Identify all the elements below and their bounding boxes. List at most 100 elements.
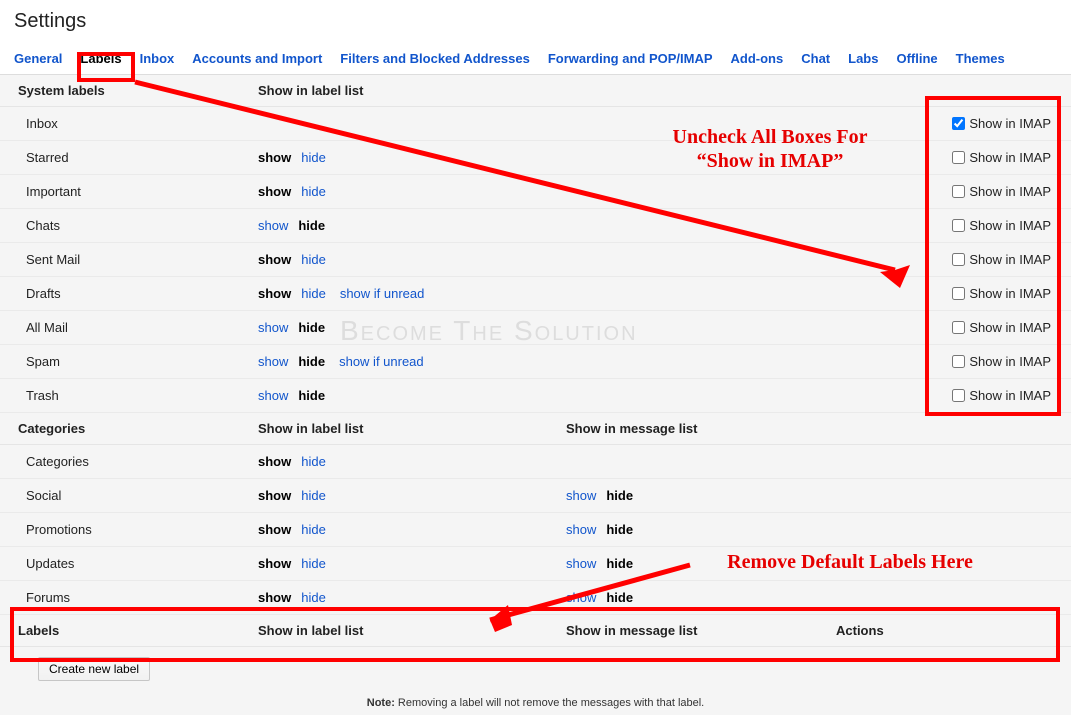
col-show-in-label-list: Show in label list bbox=[258, 421, 566, 436]
tab-inbox[interactable]: Inbox bbox=[140, 51, 175, 66]
show-in-imap-checkbox[interactable] bbox=[952, 321, 965, 334]
label-name: Important bbox=[14, 184, 258, 199]
labels-title: Labels bbox=[14, 623, 258, 638]
msg-show-toggle[interactable]: show bbox=[566, 590, 596, 605]
msg-show-toggle[interactable]: show bbox=[566, 488, 596, 503]
show-toggle[interactable]: show bbox=[258, 556, 291, 571]
categories-header: Categories Show in label list Show in me… bbox=[0, 413, 1071, 445]
show-in-imap-checkbox[interactable] bbox=[952, 219, 965, 232]
tab-add-ons[interactable]: Add-ons bbox=[731, 51, 784, 66]
show-in-imap-label: Show in IMAP bbox=[969, 184, 1051, 199]
tab-chat[interactable]: Chat bbox=[801, 51, 830, 66]
watermark: Become The Solution bbox=[340, 315, 638, 347]
note-bold: Note: bbox=[367, 697, 395, 709]
hide-toggle[interactable]: hide bbox=[298, 388, 325, 403]
show-in-imap-label: Show in IMAP bbox=[969, 218, 1051, 233]
tab-forwarding-and-pop-imap[interactable]: Forwarding and POP/IMAP bbox=[548, 51, 713, 66]
settings-tabs: General Labels Inbox Accounts and Import Fil… bbox=[0, 43, 1071, 75]
tab-labels[interactable]: Labels bbox=[80, 51, 121, 66]
tab-filters-and-blocked-addresses[interactable]: Filters and Blocked Addresses bbox=[340, 51, 530, 66]
show-in-imap-checkbox[interactable] bbox=[952, 117, 965, 130]
category-row: Promotions show hide show hide bbox=[0, 513, 1071, 547]
msg-show-toggle[interactable]: show bbox=[566, 522, 596, 537]
msg-hide-toggle[interactable]: hide bbox=[606, 488, 633, 503]
label-name: Chats bbox=[14, 218, 258, 233]
show-in-imap-label: Show in IMAP bbox=[969, 354, 1051, 369]
category-row: Updates showhide showhide bbox=[0, 547, 1071, 581]
msg-hide-toggle[interactable]: hide bbox=[606, 556, 633, 571]
labels-header: Labels Show in label list Show in messag… bbox=[0, 615, 1071, 647]
label-name: Sent Mail bbox=[14, 252, 258, 267]
system-row: Starred showhide Show in IMAP bbox=[0, 141, 1071, 175]
show-in-imap-checkbox[interactable] bbox=[952, 185, 965, 198]
show-in-imap-checkbox[interactable] bbox=[952, 151, 965, 164]
system-row: Trash show hide Show in IMAP bbox=[0, 379, 1071, 413]
system-labels-title: System labels bbox=[14, 83, 258, 98]
show-toggle[interactable]: show bbox=[258, 590, 291, 605]
hide-toggle[interactable]: hide bbox=[301, 252, 326, 267]
show-toggle[interactable]: show bbox=[258, 286, 291, 301]
show-in-imap-checkbox[interactable] bbox=[952, 287, 965, 300]
hide-toggle[interactable]: hide bbox=[301, 488, 326, 503]
hide-toggle[interactable]: hide bbox=[301, 556, 326, 571]
show-toggle[interactable]: show bbox=[258, 354, 288, 369]
system-row: Spam show hide show if unread Show in IMAP bbox=[0, 345, 1071, 379]
hide-toggle[interactable]: hide bbox=[301, 150, 326, 165]
tab-themes[interactable]: Themes bbox=[956, 51, 1005, 66]
show-toggle[interactable]: show bbox=[258, 150, 291, 165]
system-row: Drafts showhideshow if unread Show in IM… bbox=[0, 277, 1071, 311]
show-toggle[interactable]: show bbox=[258, 388, 288, 403]
hide-toggle[interactable]: hide bbox=[301, 590, 326, 605]
col-actions: Actions bbox=[836, 623, 996, 638]
label-name: Social bbox=[14, 488, 258, 503]
category-row: Forums show hide show hide bbox=[0, 581, 1071, 615]
show-toggle[interactable]: show bbox=[258, 252, 291, 267]
show-toggle[interactable]: show bbox=[258, 218, 288, 233]
tab-offline[interactable]: Offline bbox=[896, 51, 937, 66]
show-in-imap-label: Show in IMAP bbox=[969, 388, 1051, 403]
show-in-imap-checkbox[interactable] bbox=[952, 355, 965, 368]
show-in-imap-label: Show in IMAP bbox=[969, 116, 1051, 131]
create-new-label-button[interactable]: Create new label bbox=[38, 657, 150, 681]
hide-toggle[interactable]: hide bbox=[298, 320, 325, 335]
show-toggle[interactable]: show bbox=[258, 184, 291, 199]
tab-accounts-and-import[interactable]: Accounts and Import bbox=[192, 51, 322, 66]
hide-toggle[interactable]: hide bbox=[298, 218, 325, 233]
show-in-imap-label: Show in IMAP bbox=[969, 320, 1051, 335]
system-row: Chats show hide Show in IMAP bbox=[0, 209, 1071, 243]
show-in-imap-checkbox[interactable] bbox=[952, 253, 965, 266]
label-name: Trash bbox=[14, 388, 258, 403]
page-title: Settings bbox=[14, 10, 1071, 33]
msg-hide-toggle[interactable]: hide bbox=[606, 590, 633, 605]
hide-toggle[interactable]: hide bbox=[301, 454, 326, 469]
msg-show-toggle[interactable]: show bbox=[566, 556, 596, 571]
show-in-imap-label: Show in IMAP bbox=[969, 286, 1051, 301]
label-name: Inbox bbox=[14, 116, 258, 131]
col-show-in-message-list: Show in message list bbox=[566, 421, 836, 436]
msg-hide-toggle[interactable]: hide bbox=[606, 522, 633, 537]
system-row: Important show hide Show in IMAP bbox=[0, 175, 1071, 209]
system-row: Sent Mail showhide Show in IMAP bbox=[0, 243, 1071, 277]
label-name: Categories bbox=[14, 454, 258, 469]
hide-toggle[interactable]: hide bbox=[301, 522, 326, 537]
tab-labs[interactable]: Labs bbox=[848, 51, 878, 66]
hide-toggle[interactable]: hide bbox=[298, 354, 325, 369]
label-name: Starred bbox=[14, 150, 258, 165]
label-name: Spam bbox=[14, 354, 258, 369]
note-text: Removing a label will not remove the mes… bbox=[395, 697, 704, 709]
show-toggle[interactable]: show bbox=[258, 320, 288, 335]
hide-toggle[interactable]: hide bbox=[301, 184, 326, 199]
category-row: Social show hide show hide bbox=[0, 479, 1071, 513]
show-in-imap-checkbox[interactable] bbox=[952, 389, 965, 402]
hide-toggle[interactable]: hide bbox=[301, 286, 326, 301]
show-toggle[interactable]: show bbox=[258, 488, 291, 503]
categories-title: Categories bbox=[14, 421, 258, 436]
tab-general[interactable]: General bbox=[14, 51, 62, 66]
label-name: Forums bbox=[14, 590, 258, 605]
show-if-unread-toggle[interactable]: show if unread bbox=[339, 354, 424, 369]
label-name: Promotions bbox=[14, 522, 258, 537]
system-row: Inbox Show in IMAP bbox=[0, 107, 1071, 141]
show-toggle[interactable]: show bbox=[258, 522, 291, 537]
show-if-unread-toggle[interactable]: show if unread bbox=[340, 286, 425, 301]
show-toggle[interactable]: show bbox=[258, 454, 291, 469]
